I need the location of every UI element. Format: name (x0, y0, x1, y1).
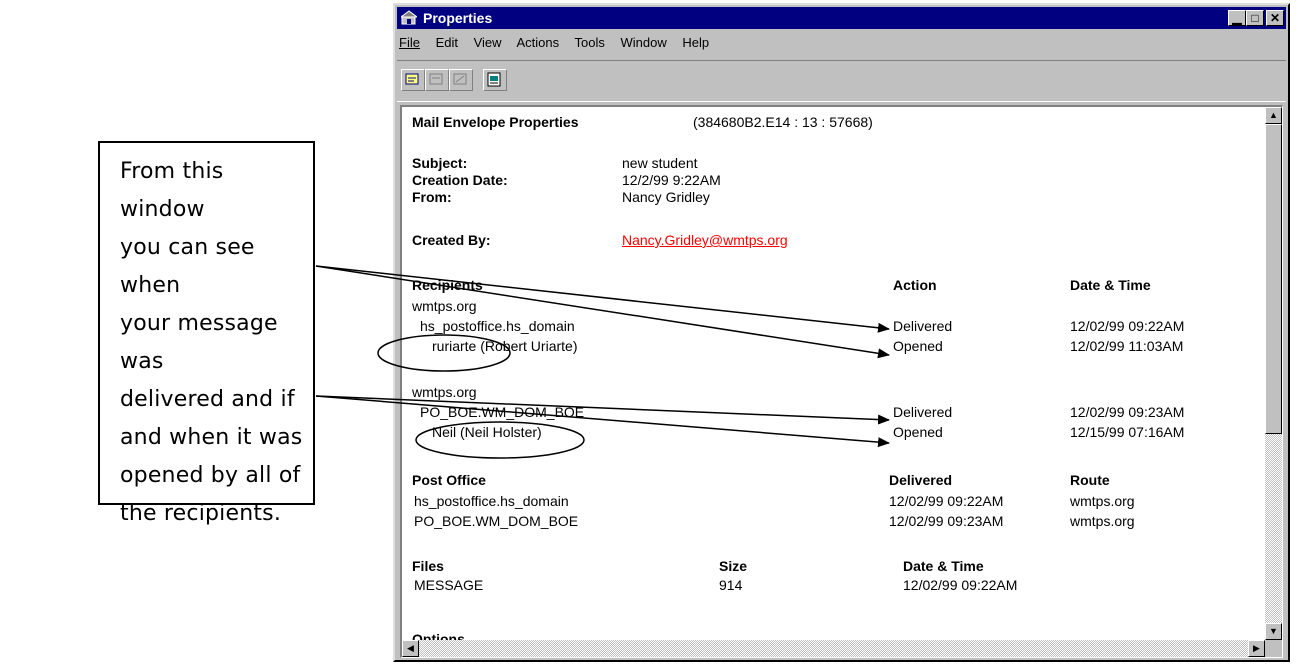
pointer-arrow (315, 395, 890, 448)
pointer-arrow (315, 395, 890, 425)
pointer-arrow (315, 265, 890, 333)
pointer-arrow (315, 265, 890, 359)
highlight-ellipse (415, 421, 585, 459)
highlight-ellipse (377, 334, 511, 372)
annotation-overlay (315, 265, 890, 459)
